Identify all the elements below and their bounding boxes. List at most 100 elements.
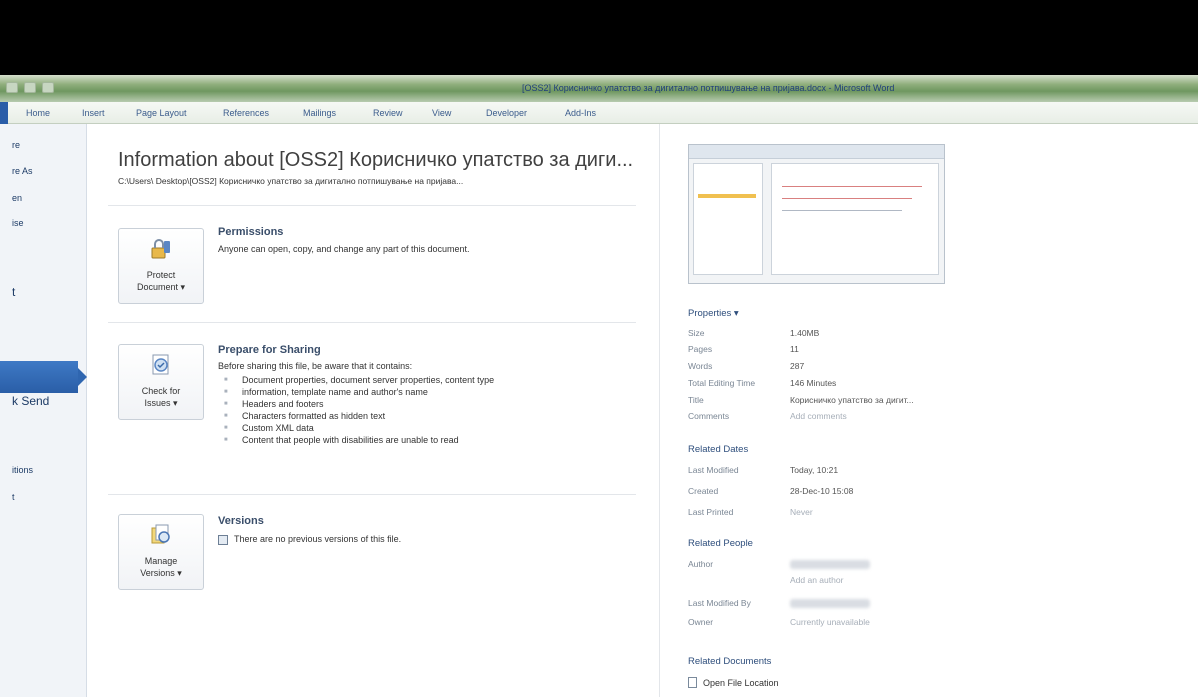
thumbnail-nav-pane — [693, 163, 763, 275]
related-people-header: Related People — [688, 538, 753, 549]
prop-label-size: Size — [688, 328, 705, 338]
prop-label-last-printed: Last Printed — [688, 507, 734, 517]
nav-item-options[interactable]: itions — [12, 465, 33, 475]
check-for-issues-button[interactable]: Check for Issues ▾ — [118, 344, 204, 420]
ribbon-tabs: Home Insert Page Layout References Maili… — [0, 102, 1198, 124]
last-modified-by-redacted — [790, 599, 870, 608]
list-item: Custom XML data — [224, 422, 494, 434]
prop-label-pages: Pages — [688, 344, 713, 354]
open-file-location-label: Open File Location — [703, 677, 779, 688]
manage-versions-label-1: Manage — [144, 556, 178, 566]
document-icon — [688, 677, 697, 688]
prop-value-title[interactable]: Корисничко упатство за дигит... — [790, 395, 914, 405]
nav-item-recent[interactable]: t — [12, 285, 15, 299]
document-thumbnail — [688, 144, 945, 284]
nav-item-close[interactable]: ise — [12, 218, 24, 228]
tab-add-ins[interactable]: Add-Ins — [565, 108, 596, 118]
prop-value-editing-time: 146 Minutes — [790, 378, 837, 388]
divider — [108, 494, 636, 495]
protect-document-button[interactable]: Protect Document ▾ — [118, 228, 204, 304]
tab-review[interactable]: Review — [373, 108, 403, 118]
tab-mailings[interactable]: Mailings — [303, 108, 336, 118]
prop-value-created: 28-Dec-10 15:08 — [790, 486, 854, 496]
prop-label-last-modified-by: Last Modified By — [688, 598, 751, 608]
list-item: Headers and footers — [224, 398, 494, 410]
prop-value-last-modified: Today, 10:21 — [790, 465, 839, 475]
info-main: Information about [OSS2] Корисничко упат… — [88, 124, 658, 697]
check-for-issues-label-1: Check for — [141, 386, 181, 396]
thumbnail-line — [782, 198, 912, 199]
list-item: Characters formatted as hidden text — [224, 410, 494, 422]
manage-versions-button[interactable]: Manage Versions ▾ — [118, 514, 204, 590]
prop-value-last-printed: Never — [790, 507, 813, 517]
prop-value-comments[interactable]: Add comments — [790, 411, 847, 421]
prepare-for-sharing-title: Prepare for Sharing — [218, 344, 321, 356]
thumbnail-page — [771, 163, 939, 275]
tab-developer[interactable]: Developer — [486, 108, 527, 118]
thumbnail-line — [782, 186, 922, 187]
quick-access-toolbar — [6, 82, 54, 93]
page-title: Information about [OSS2] Корисничко упат… — [118, 149, 634, 171]
divider — [108, 205, 636, 206]
word-logo-icon[interactable] — [6, 82, 18, 93]
versions-text: There are no previous versions of this f… — [234, 534, 402, 544]
tab-view[interactable]: View — [432, 108, 451, 118]
tab-file[interactable] — [0, 102, 8, 124]
window-title: [OSS2] Корисничко упатство за дигитално … — [522, 83, 895, 93]
versions-title: Versions — [218, 515, 264, 527]
related-dates-header: Related Dates — [688, 444, 749, 455]
prop-value-pages: 11 — [790, 344, 799, 354]
tab-references[interactable]: References — [223, 108, 269, 118]
list-item: Document properties, document server pro… — [224, 374, 494, 386]
protect-document-label-1: Protect — [146, 270, 176, 280]
nav-item-save-and-send[interactable]: k Send — [12, 394, 49, 408]
prop-value-words: 287 — [790, 361, 805, 371]
nav-item-exit[interactable]: t — [12, 492, 15, 502]
save-icon[interactable] — [24, 82, 36, 93]
prop-value-size: 1.40MB — [790, 328, 820, 338]
permissions-text: Anyone can open, copy, and change any pa… — [218, 244, 470, 254]
tab-home[interactable]: Home — [26, 108, 50, 118]
thumbnail-highlight — [698, 194, 756, 198]
prepare-for-sharing-text: Before sharing this file, be aware that … — [218, 361, 413, 371]
protect-document-label-2: Document ▾ — [136, 282, 186, 292]
undo-icon[interactable] — [42, 82, 54, 93]
prop-label-created: Created — [688, 486, 719, 496]
versions-icon — [151, 524, 170, 544]
permissions-title: Permissions — [218, 226, 284, 238]
add-author-link[interactable]: Add an author — [790, 575, 843, 585]
list-item-continuation: information, template name and author's … — [224, 386, 494, 398]
nav-item-save[interactable]: re — [12, 140, 20, 150]
related-documents-header: Related Documents — [688, 656, 772, 667]
tab-page-layout[interactable]: Page Layout — [136, 108, 187, 118]
sharing-issues-list: Document properties, document server pro… — [224, 374, 494, 446]
prop-label-comments: Comments — [688, 411, 730, 421]
prop-value-owner: Currently unavailable — [790, 617, 870, 627]
file-path: C:\Users\ Desktop\[OSS2] Корисничко упат… — [118, 176, 464, 186]
prop-label-owner: Owner — [688, 617, 714, 627]
nav-item-info-selected[interactable] — [0, 361, 87, 393]
open-file-location-link[interactable]: Open File Location — [688, 677, 779, 688]
inspect-document-icon — [152, 354, 169, 375]
prop-label-editing-time: Total Editing Time — [688, 378, 756, 388]
nav-item-open[interactable]: en — [12, 193, 22, 203]
list-item: Content that people with disabilities ar… — [224, 434, 494, 446]
backstage-nav: re re As en ise t k Send itions t — [0, 124, 87, 697]
thumbnail-toolbar — [689, 145, 944, 159]
lock-key-icon — [151, 239, 170, 259]
prop-label-words: Words — [688, 361, 713, 371]
title-bar: [OSS2] Корисничко упатство за дигитално … — [0, 75, 1198, 102]
prop-label-last-modified: Last Modified — [688, 465, 739, 475]
divider — [108, 322, 636, 323]
manage-versions-label-2: Versions ▾ — [140, 568, 182, 578]
versions-text-row: There are no previous versions of this f… — [218, 533, 401, 545]
tab-insert[interactable]: Insert — [82, 108, 105, 118]
properties-panel: Properties ▾ Size 1.40MB Pages 11 Words … — [659, 124, 1198, 697]
properties-header[interactable]: Properties ▾ — [688, 308, 739, 319]
prop-label-author: Author — [688, 559, 714, 569]
black-letterbox-bar — [0, 0, 1198, 75]
check-for-issues-label-2: Issues ▾ — [144, 398, 178, 408]
nav-item-save-as[interactable]: re As — [12, 166, 33, 176]
document-versions-icon — [218, 534, 228, 545]
author-name-redacted[interactable] — [790, 560, 870, 569]
